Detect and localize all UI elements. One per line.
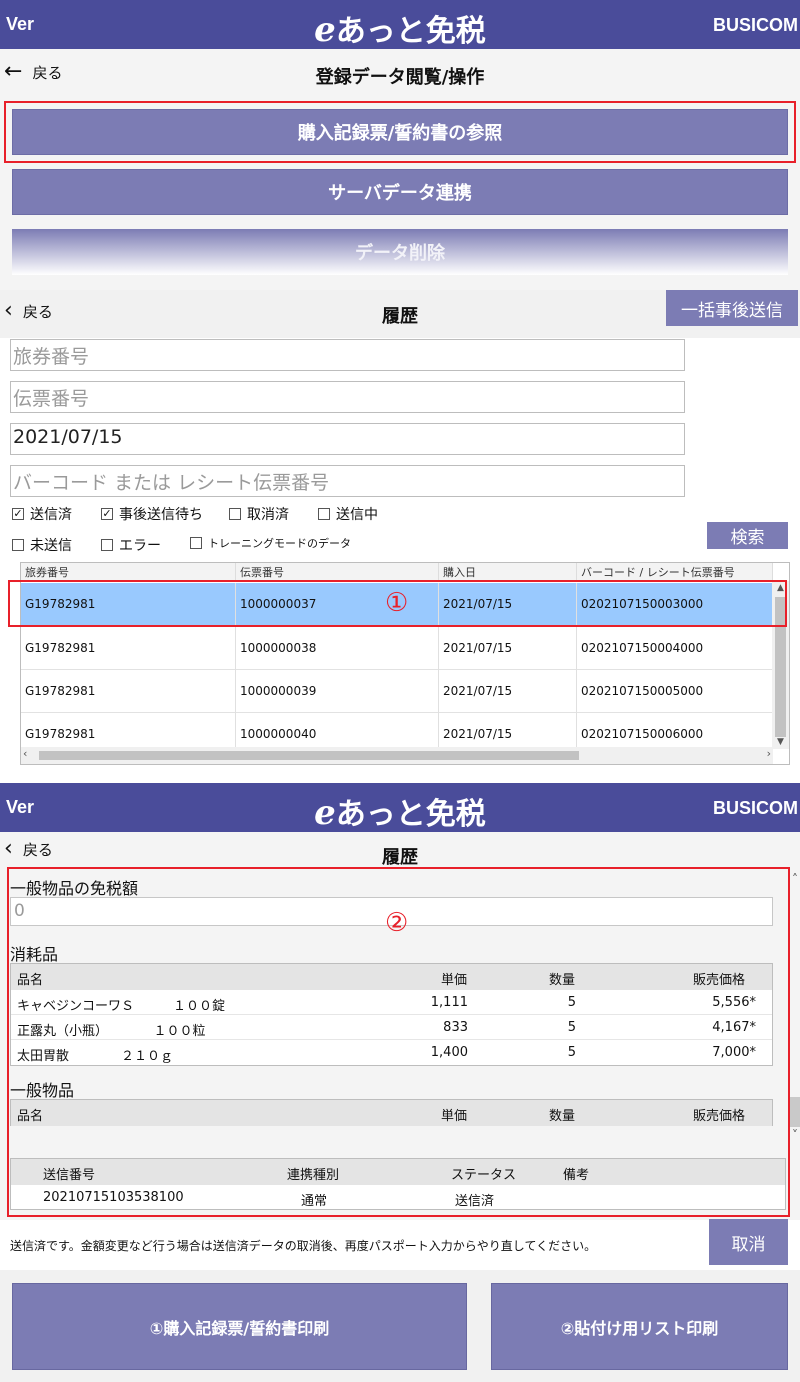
app-logo: eあっと免税	[314, 793, 486, 833]
column-header[interactable]: バーコード / レシート伝票番号	[577, 563, 773, 581]
cancel-button[interactable]: 取消	[709, 1219, 788, 1265]
scroll-down-icon: ▼	[777, 737, 784, 747]
app-logo: eあっと免税	[314, 10, 486, 50]
column-header[interactable]: 旅券番号	[21, 563, 236, 581]
filter-error[interactable]: エラー	[101, 535, 161, 555]
marker-two: ②	[385, 908, 409, 938]
column-header[interactable]: 伝票番号	[236, 563, 439, 581]
table-row[interactable]: G19782981 1000000039 2021/07/15 02021071…	[21, 670, 773, 713]
page-title: 登録データ閲覧/操作	[315, 67, 485, 88]
table-row[interactable]: G19782981 1000000038 2021/07/15 02021071…	[21, 627, 773, 670]
nav-bar: ← 戻る 登録データ閲覧/操作	[0, 49, 800, 95]
checkbox-icon	[190, 537, 202, 549]
bulk-send-button[interactable]: 一括事後送信	[666, 290, 798, 326]
app-header: Ver eあっと免税 BUSICOM	[0, 783, 800, 833]
page-title: 履歴	[382, 847, 418, 868]
checkbox-icon	[229, 508, 241, 520]
scroll-right-icon: ›	[766, 747, 771, 760]
delete-data-button[interactable]: データ削除	[12, 229, 788, 275]
slip-number-input[interactable]: 伝票番号	[10, 381, 685, 413]
status-message: 送信済です。金額変更など行う場合は送信済データの取消後、再度パスポート入力からや…	[10, 1239, 597, 1253]
brand-label: BUSICOM	[713, 798, 798, 818]
filter-training[interactable]: トレーニングモードのデータ	[190, 535, 351, 551]
server-sync-button[interactable]: サーバデータ連携	[12, 169, 788, 215]
horizontal-scrollbar[interactable]: ‹ ›	[21, 747, 773, 764]
filter-unsent[interactable]: 未送信	[12, 535, 72, 555]
passport-number-input[interactable]: 旅券番号	[10, 339, 685, 371]
scroll-down-icon[interactable]: ˅	[792, 1128, 798, 1142]
scroll-thumb	[39, 751, 579, 760]
filter-pending[interactable]: ✓ 事後送信待ち	[101, 504, 203, 524]
search-button[interactable]: 検索	[707, 522, 788, 549]
purchase-date-input[interactable]: 2021/07/15	[10, 423, 685, 455]
view-records-button[interactable]: 購入記録票/誓約書の参照	[12, 109, 788, 155]
scroll-up-icon[interactable]: ˄	[792, 872, 798, 886]
checkbox-checked-icon: ✓	[12, 507, 24, 520]
filter-cancelled[interactable]: 取消済	[229, 504, 289, 524]
print-record-button[interactable]: ①購入記録票/誓約書印刷	[12, 1283, 467, 1370]
scroll-left-icon: ‹	[23, 747, 28, 760]
barcode-input[interactable]: バーコード または レシート伝票番号	[10, 465, 685, 497]
filter-sent[interactable]: ✓ 送信済	[12, 504, 72, 524]
checkbox-icon	[12, 539, 24, 551]
detail-nav-bar: ‹ 戻る 履歴	[0, 832, 800, 868]
brand-label: BUSICOM	[713, 15, 798, 35]
checkbox-icon	[318, 508, 330, 520]
checkbox-checked-icon: ✓	[101, 507, 113, 520]
filter-sending[interactable]: 送信中	[318, 504, 378, 524]
checkbox-icon	[101, 539, 113, 551]
column-header[interactable]: 購入日	[439, 563, 577, 581]
marker-one: ①	[385, 588, 409, 618]
print-sticker-list-button[interactable]: ②貼付け用リスト印刷	[491, 1283, 788, 1370]
app-header: Ver eあっと免税 BUSICOM	[0, 0, 800, 50]
